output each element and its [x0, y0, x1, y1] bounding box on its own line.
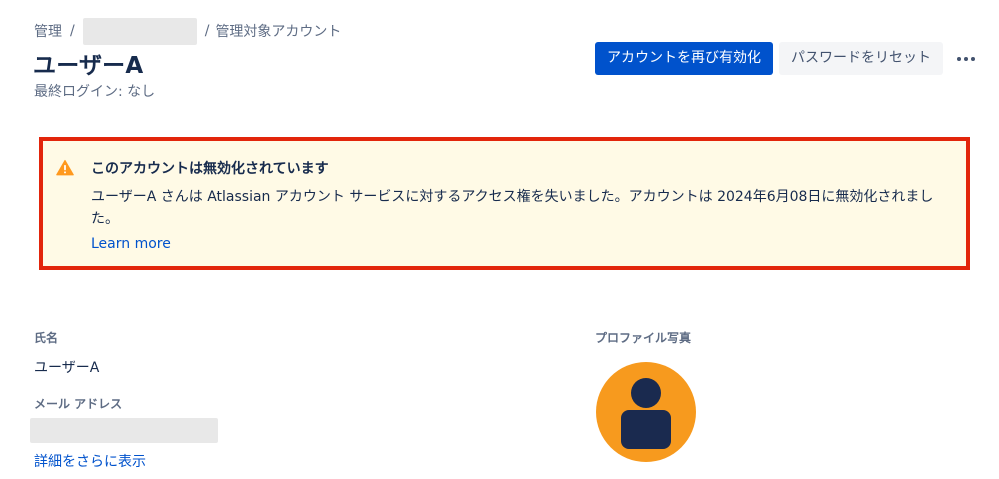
name-value: ユーザーA: [34, 360, 100, 376]
more-horizontal-icon[interactable]: [953, 42, 979, 75]
profile-photo-label: プロファイル写真: [595, 331, 692, 345]
banner-title: このアカウントは無効化されています: [91, 161, 329, 177]
breadcrumb-separator: /: [204, 23, 210, 39]
breadcrumb-admin-link[interactable]: 管理: [34, 21, 62, 41]
page-title: ユーザーA: [33, 53, 144, 79]
banner-message: ユーザーA さんは Atlassian アカウント サービスに対するアクセス権を…: [91, 189, 934, 227]
learn-more-link[interactable]: Learn more: [91, 236, 171, 252]
avatar: [596, 362, 696, 462]
breadcrumb: 管理 / / 管理対象アカウント: [34, 17, 341, 45]
breadcrumb-separator: /: [70, 23, 75, 39]
reactivate-account-button[interactable]: アカウントを再び有効化: [595, 42, 773, 75]
show-more-details-link[interactable]: 詳細をさらに表示: [34, 451, 146, 471]
header-actions: アカウントを再び有効化 パスワードをリセット: [595, 42, 979, 75]
breadcrumb-redacted-org[interactable]: [82, 17, 197, 45]
email-label: メール アドレス: [34, 397, 123, 411]
reset-password-button[interactable]: パスワードをリセット: [779, 42, 943, 75]
deactivated-warning-banner: このアカウントは無効化されています ユーザーA さんは Atlassian アカ…: [39, 137, 970, 270]
last-login-text: 最終ログイン: なし: [34, 84, 156, 100]
email-redacted-value: [30, 418, 218, 443]
warning-icon: [56, 159, 74, 176]
breadcrumb-managed-accounts-link[interactable]: 管理対象アカウント: [215, 21, 341, 41]
name-label: 氏名: [34, 331, 59, 345]
